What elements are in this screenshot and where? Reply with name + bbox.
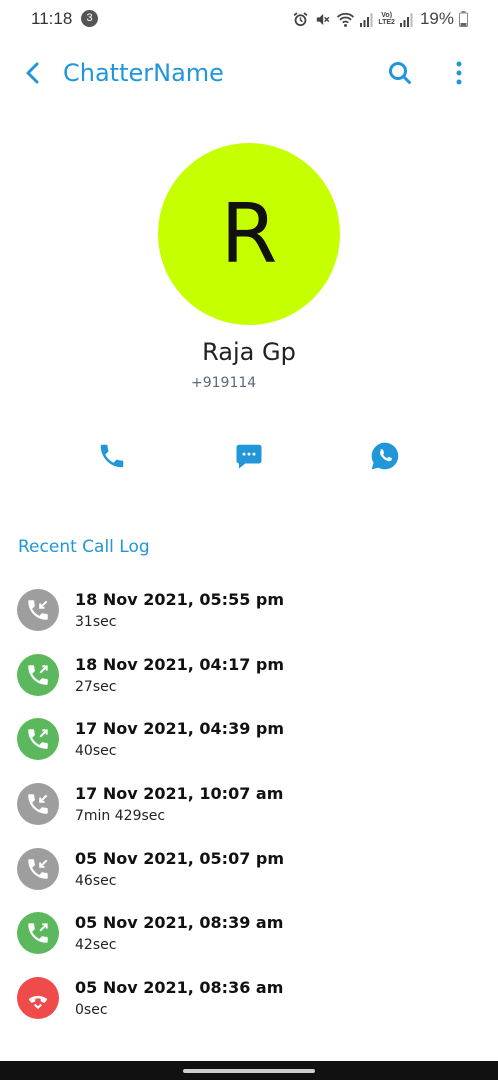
battery-percent: 19% <box>419 9 454 28</box>
call-date: 18 Nov 2021, 05:55 pm <box>75 590 285 609</box>
mute-icon <box>317 13 330 25</box>
incoming-call-icon <box>17 847 59 890</box>
status-time: 11:18 <box>31 9 73 28</box>
call-log-row[interactable]: 05 Nov 2021, 08:36 am 0sec <box>0 964 498 1029</box>
outgoing-call-icon <box>17 653 59 696</box>
call-log-row[interactable]: 05 Nov 2021, 05:07 pm 46sec <box>0 835 498 900</box>
network-type-label: Vo) LTE2 <box>378 12 395 26</box>
phone-icon <box>100 444 124 468</box>
call-date: 18 Nov 2021, 04:17 pm <box>75 654 285 674</box>
search-button[interactable] <box>385 58 415 88</box>
call-date: 05 Nov 2021, 08:39 am <box>75 913 284 933</box>
system-nav-bar <box>0 1061 498 1080</box>
call-log-row[interactable]: 17 Nov 2021, 10:07 am 7min 429sec <box>0 770 498 835</box>
call-duration: 27sec <box>75 678 117 695</box>
incoming-call-icon <box>17 783 59 826</box>
call-log-list: 18 Nov 2021, 05:55 pm 31sec 18 Nov 2021,… <box>0 576 498 1029</box>
battery-icon <box>459 11 468 27</box>
search-icon <box>389 62 411 84</box>
status-bar: 11:18 3 Vo) LTE2 19% <box>0 0 498 38</box>
call-date: 17 Nov 2021, 10:07 am <box>75 784 284 804</box>
incoming-call-icon <box>17 589 59 631</box>
status-icons: Vo) LTE2 19% <box>292 8 468 30</box>
recent-call-log-title: Recent Call Log <box>18 537 150 557</box>
more-options-button[interactable] <box>445 58 473 88</box>
chat-bubble-icon <box>236 444 262 469</box>
signal-icon-1 <box>360 12 373 27</box>
notification-count-badge: 3 <box>81 10 98 27</box>
wifi-icon <box>337 12 355 27</box>
alarm-icon <box>293 11 308 26</box>
outgoing-call-icon <box>17 718 59 761</box>
call-duration: 0sec <box>75 1002 108 1019</box>
message-button[interactable] <box>231 438 267 474</box>
signal-icon-2 <box>399 12 413 27</box>
home-gesture-handle[interactable] <box>183 1069 315 1073</box>
outgoing-call-icon <box>17 912 59 955</box>
more-vert-icon <box>456 61 462 85</box>
contact-name: Raja Gp <box>202 338 296 366</box>
call-duration: 40sec <box>75 743 117 760</box>
back-button[interactable] <box>18 58 48 88</box>
call-date: 05 Nov 2021, 05:07 pm <box>75 848 285 868</box>
back-arrow-icon <box>26 62 39 84</box>
avatar-initial: R <box>220 186 278 282</box>
whatsapp-icon <box>371 442 399 470</box>
call-log-row[interactable]: 17 Nov 2021, 04:39 pm 40sec <box>0 705 498 770</box>
call-log-row[interactable]: 18 Nov 2021, 04:17 pm 27sec <box>0 641 498 706</box>
app-bar: ChatterName <box>0 50 498 96</box>
contact-phone: +919114 <box>191 375 257 391</box>
whatsapp-button[interactable] <box>367 438 403 474</box>
call-duration: 7min 429sec <box>75 808 166 825</box>
call-log-row[interactable]: 05 Nov 2021, 08:39 am 42sec <box>0 899 498 964</box>
call-date: 17 Nov 2021, 04:39 pm <box>75 719 285 739</box>
call-duration: 46sec <box>75 872 117 889</box>
app-title: ChatterName <box>63 59 224 87</box>
call-duration: 31sec <box>75 614 117 630</box>
missed-call-icon <box>17 977 59 1020</box>
call-log-row[interactable]: 18 Nov 2021, 05:55 pm 31sec <box>0 576 498 641</box>
call-date: 05 Nov 2021, 08:36 am <box>75 978 284 998</box>
call-duration: 42sec <box>75 937 117 954</box>
call-button[interactable] <box>94 438 130 474</box>
contact-avatar: R <box>158 143 340 325</box>
